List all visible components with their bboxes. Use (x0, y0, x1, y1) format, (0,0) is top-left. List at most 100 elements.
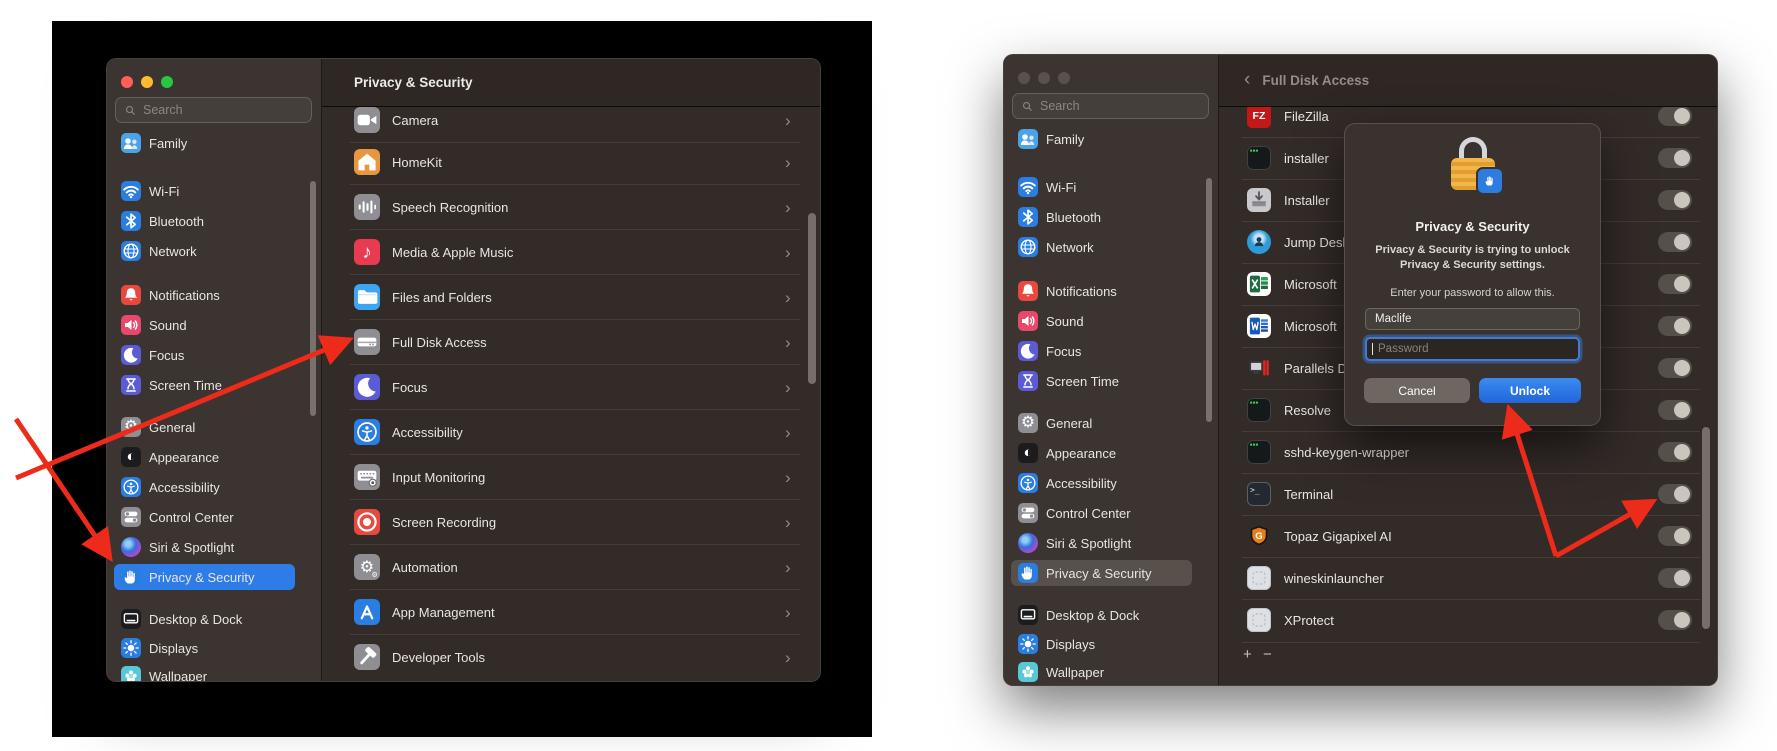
sidebar-item-displays[interactable]: Displays (1011, 631, 1192, 657)
toggle-wineskinlauncher[interactable] (1658, 568, 1692, 588)
toggle-terminal[interactable] (1658, 484, 1692, 504)
sidebar-item-sound[interactable]: Sound (1011, 308, 1192, 334)
password-field[interactable]: Password (1365, 337, 1580, 361)
pane-titlebar: Privacy & Security (322, 59, 820, 107)
username-field[interactable]: Maclife (1365, 308, 1580, 330)
toggle-resolve[interactable] (1658, 400, 1692, 420)
toggle-xprotect[interactable] (1658, 610, 1692, 630)
category-row-automation[interactable]: ⚙⚙Automation (354, 547, 458, 587)
parallels-icon (1247, 356, 1271, 380)
search-input[interactable]: Search (115, 97, 312, 123)
sidebar-scrollbar[interactable] (310, 181, 316, 416)
category-row-files-and-folders[interactable]: Files and Folders (354, 277, 492, 317)
sidebar-item-control-center[interactable]: Control Center (1011, 500, 1192, 526)
toggle-microsoft[interactable] (1658, 274, 1692, 294)
sidebar-item-desktop-dock[interactable]: Desktop & Dock (114, 606, 295, 632)
sidebar-item-focus[interactable]: Focus (1011, 338, 1192, 364)
screenshot-canvas: Search Family Wi-Fi Bluetooth Network Notifi… (0, 0, 1777, 751)
sidebar-item-wi-fi[interactable]: Wi-Fi (114, 178, 295, 204)
row-divider (1242, 557, 1700, 558)
sidebar-item-notifications[interactable]: Notifications (1011, 278, 1192, 304)
sidebar-item-label: Focus (149, 348, 184, 363)
app-label: Microsoft (1284, 277, 1337, 292)
toggle-jump-desk[interactable] (1658, 232, 1692, 252)
sidebar-item-label: Control Center (1046, 506, 1131, 521)
sidebar-item-screen-time[interactable]: Screen Time (1011, 368, 1192, 394)
category-label: Focus (392, 380, 427, 395)
sidebar-item-siri-spotlight[interactable]: Siri & Spotlight (1011, 530, 1192, 556)
search-input[interactable]: Search (1012, 93, 1209, 119)
sidebar-item-family[interactable]: Family (1011, 126, 1192, 152)
app-row-installer-1: installer (1247, 139, 1329, 177)
row-divider (350, 229, 800, 230)
sidebar-item-control-center[interactable]: Control Center (114, 504, 295, 530)
desktop-dock-icon (1018, 605, 1038, 625)
sidebar-item-wi-fi[interactable]: Wi-Fi (1011, 174, 1192, 200)
network-icon (1018, 237, 1038, 257)
close-button[interactable] (1018, 72, 1030, 84)
sidebar-item-sound[interactable]: Sound (114, 312, 295, 338)
sidebar-item-general[interactable]: ⚙General (114, 414, 295, 440)
toggle-microsoft[interactable] (1658, 316, 1692, 336)
category-row-screen-recording[interactable]: Screen Recording (354, 502, 496, 542)
sidebar-item-general[interactable]: ⚙General (1011, 410, 1192, 436)
category-row-app-management[interactable]: App Management (354, 592, 495, 632)
category-row-accessibility[interactable]: Accessibility (354, 412, 463, 452)
toggle-parallels-d[interactable] (1658, 358, 1692, 378)
category-row-focus[interactable]: Focus (354, 367, 427, 407)
category-row-speech-recognition[interactable]: Speech Recognition (354, 187, 508, 227)
unlock-button[interactable]: Unlock (1479, 378, 1581, 403)
sidebar-item-appearance[interactable]: ◐Appearance (114, 444, 295, 470)
sidebar-item-siri-spotlight[interactable]: Siri & Spotlight (114, 534, 295, 560)
zoom-button[interactable] (161, 76, 173, 88)
cancel-button[interactable]: Cancel (1364, 378, 1470, 403)
sidebar-item-notifications[interactable]: Notifications (114, 282, 295, 308)
jump-desktop-icon (1247, 230, 1271, 254)
sidebar-item-network[interactable]: Network (1011, 234, 1192, 260)
toggle-topaz-gigapixel-ai[interactable] (1658, 526, 1692, 546)
sidebar-item-privacy-security[interactable]: Privacy & Security (114, 564, 295, 590)
pane-scrollbar[interactable] (808, 213, 816, 384)
toggle-installer[interactable] (1658, 190, 1692, 210)
app-label: Resolve (1284, 403, 1331, 418)
remove-app-button[interactable]: − (1263, 646, 1272, 663)
sidebar-item-displays[interactable]: Displays (114, 635, 295, 661)
text-caret (1372, 343, 1373, 355)
category-row-input-monitoring[interactable]: Input Monitoring (354, 457, 485, 497)
sidebar-item-network[interactable]: Network (114, 238, 295, 264)
category-row-media-apple-music[interactable]: ♪Media & Apple Music (354, 232, 513, 272)
category-row-developer-tools[interactable]: Developer Tools (354, 637, 485, 677)
sidebar-item-wallpaper[interactable]: Wallpaper (114, 663, 295, 682)
toggle-sshd-keygen-wrapper[interactable] (1658, 442, 1692, 462)
row-divider (350, 499, 800, 500)
sidebar-item-bluetooth[interactable]: Bluetooth (1011, 204, 1192, 230)
pane-scrollbar[interactable] (1702, 427, 1710, 629)
chevron-right-icon: › (785, 559, 791, 576)
network-icon (121, 241, 141, 261)
sidebar-item-accessibility[interactable]: Accessibility (1011, 470, 1192, 496)
sidebar-item-privacy-security[interactable]: Privacy & Security (1011, 560, 1192, 586)
sidebar-item-screen-time[interactable]: Screen Time (114, 372, 295, 398)
back-chevron-icon[interactable]: ‹ (1244, 69, 1250, 91)
minimize-button[interactable] (141, 76, 153, 88)
zoom-button[interactable] (1058, 72, 1070, 84)
app-label: Installer (1284, 193, 1330, 208)
category-row-homekit[interactable]: HomeKit (354, 142, 442, 182)
app-label: FileZilla (1284, 109, 1329, 124)
toggle-filezilla[interactable] (1658, 106, 1692, 126)
sidebar-scrollbar[interactable] (1206, 178, 1212, 422)
toggle-installer[interactable] (1658, 148, 1692, 168)
sidebar-item-accessibility[interactable]: Accessibility (114, 474, 295, 500)
app-label: Microsoft (1284, 319, 1337, 334)
sidebar-item-appearance[interactable]: ◐Appearance (1011, 440, 1192, 466)
close-button[interactable] (121, 76, 133, 88)
category-row-full-disk-access[interactable]: Full Disk Access (354, 322, 487, 362)
add-app-button[interactable]: + (1243, 646, 1252, 663)
sidebar-item-wallpaper[interactable]: Wallpaper (1011, 659, 1192, 685)
sidebar-item-family[interactable]: Family (114, 130, 295, 156)
sidebar-item-label: Privacy & Security (149, 570, 254, 585)
sidebar-item-bluetooth[interactable]: Bluetooth (114, 208, 295, 234)
sidebar-item-desktop-dock[interactable]: Desktop & Dock (1011, 602, 1192, 628)
sidebar-item-focus[interactable]: Focus (114, 342, 295, 368)
minimize-button[interactable] (1038, 72, 1050, 84)
